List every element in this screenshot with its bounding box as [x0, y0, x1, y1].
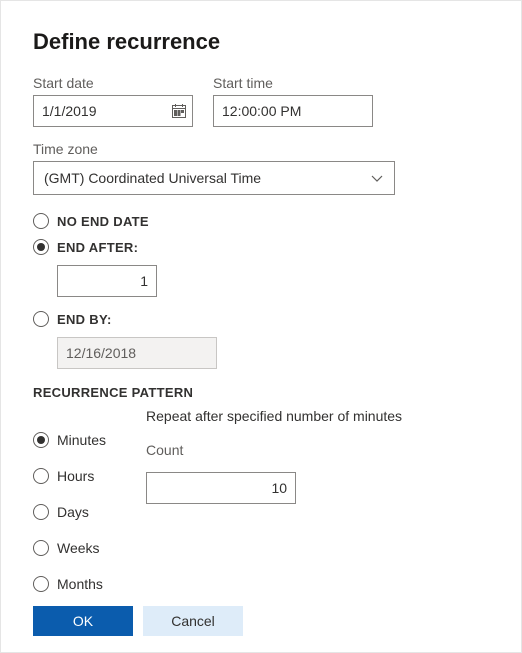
- end-by-label: END BY:: [57, 312, 112, 327]
- cancel-button[interactable]: Cancel: [143, 606, 243, 636]
- radio-icon: [33, 432, 49, 448]
- pattern-hours-option[interactable]: Hours: [33, 468, 106, 484]
- recurrence-pattern-title: RECURRENCE PATTERN: [33, 385, 489, 400]
- timezone-select[interactable]: (GMT) Coordinated Universal Time: [33, 161, 395, 195]
- calendar-icon[interactable]: [171, 103, 187, 119]
- start-time-input[interactable]: [213, 95, 373, 127]
- ok-button[interactable]: OK: [33, 606, 133, 636]
- pattern-description: Repeat after specified number of minutes: [146, 408, 489, 424]
- radio-icon: [33, 239, 49, 255]
- start-date-input[interactable]: [33, 95, 193, 127]
- radio-icon: [33, 213, 49, 229]
- end-after-option[interactable]: END AFTER:: [33, 239, 489, 255]
- timezone-value: (GMT) Coordinated Universal Time: [44, 170, 261, 186]
- radio-icon: [33, 576, 49, 592]
- end-by-option[interactable]: END BY:: [33, 311, 489, 327]
- no-end-date-label: NO END DATE: [57, 214, 149, 229]
- end-after-input[interactable]: [57, 265, 157, 297]
- pattern-months-label: Months: [57, 576, 103, 592]
- count-label: Count: [146, 442, 489, 458]
- count-input[interactable]: [146, 472, 296, 504]
- timezone-label: Time zone: [33, 141, 395, 157]
- pattern-minutes-label: Minutes: [57, 432, 106, 448]
- start-date-label: Start date: [33, 75, 193, 91]
- pattern-days-label: Days: [57, 504, 89, 520]
- pattern-weeks-label: Weeks: [57, 540, 100, 556]
- radio-icon: [33, 504, 49, 520]
- no-end-date-option[interactable]: NO END DATE: [33, 213, 489, 229]
- pattern-hours-label: Hours: [57, 468, 94, 484]
- radio-icon: [33, 311, 49, 327]
- end-after-label: END AFTER:: [57, 240, 138, 255]
- start-time-label: Start time: [213, 75, 373, 91]
- chevron-down-icon: [370, 171, 384, 185]
- radio-icon: [33, 540, 49, 556]
- radio-icon: [33, 468, 49, 484]
- pattern-months-option[interactable]: Months: [33, 576, 106, 592]
- pattern-minutes-option[interactable]: Minutes: [33, 432, 106, 448]
- dialog-title: Define recurrence: [33, 29, 489, 55]
- pattern-weeks-option[interactable]: Weeks: [33, 540, 106, 556]
- end-by-input: [57, 337, 217, 369]
- pattern-days-option[interactable]: Days: [33, 504, 106, 520]
